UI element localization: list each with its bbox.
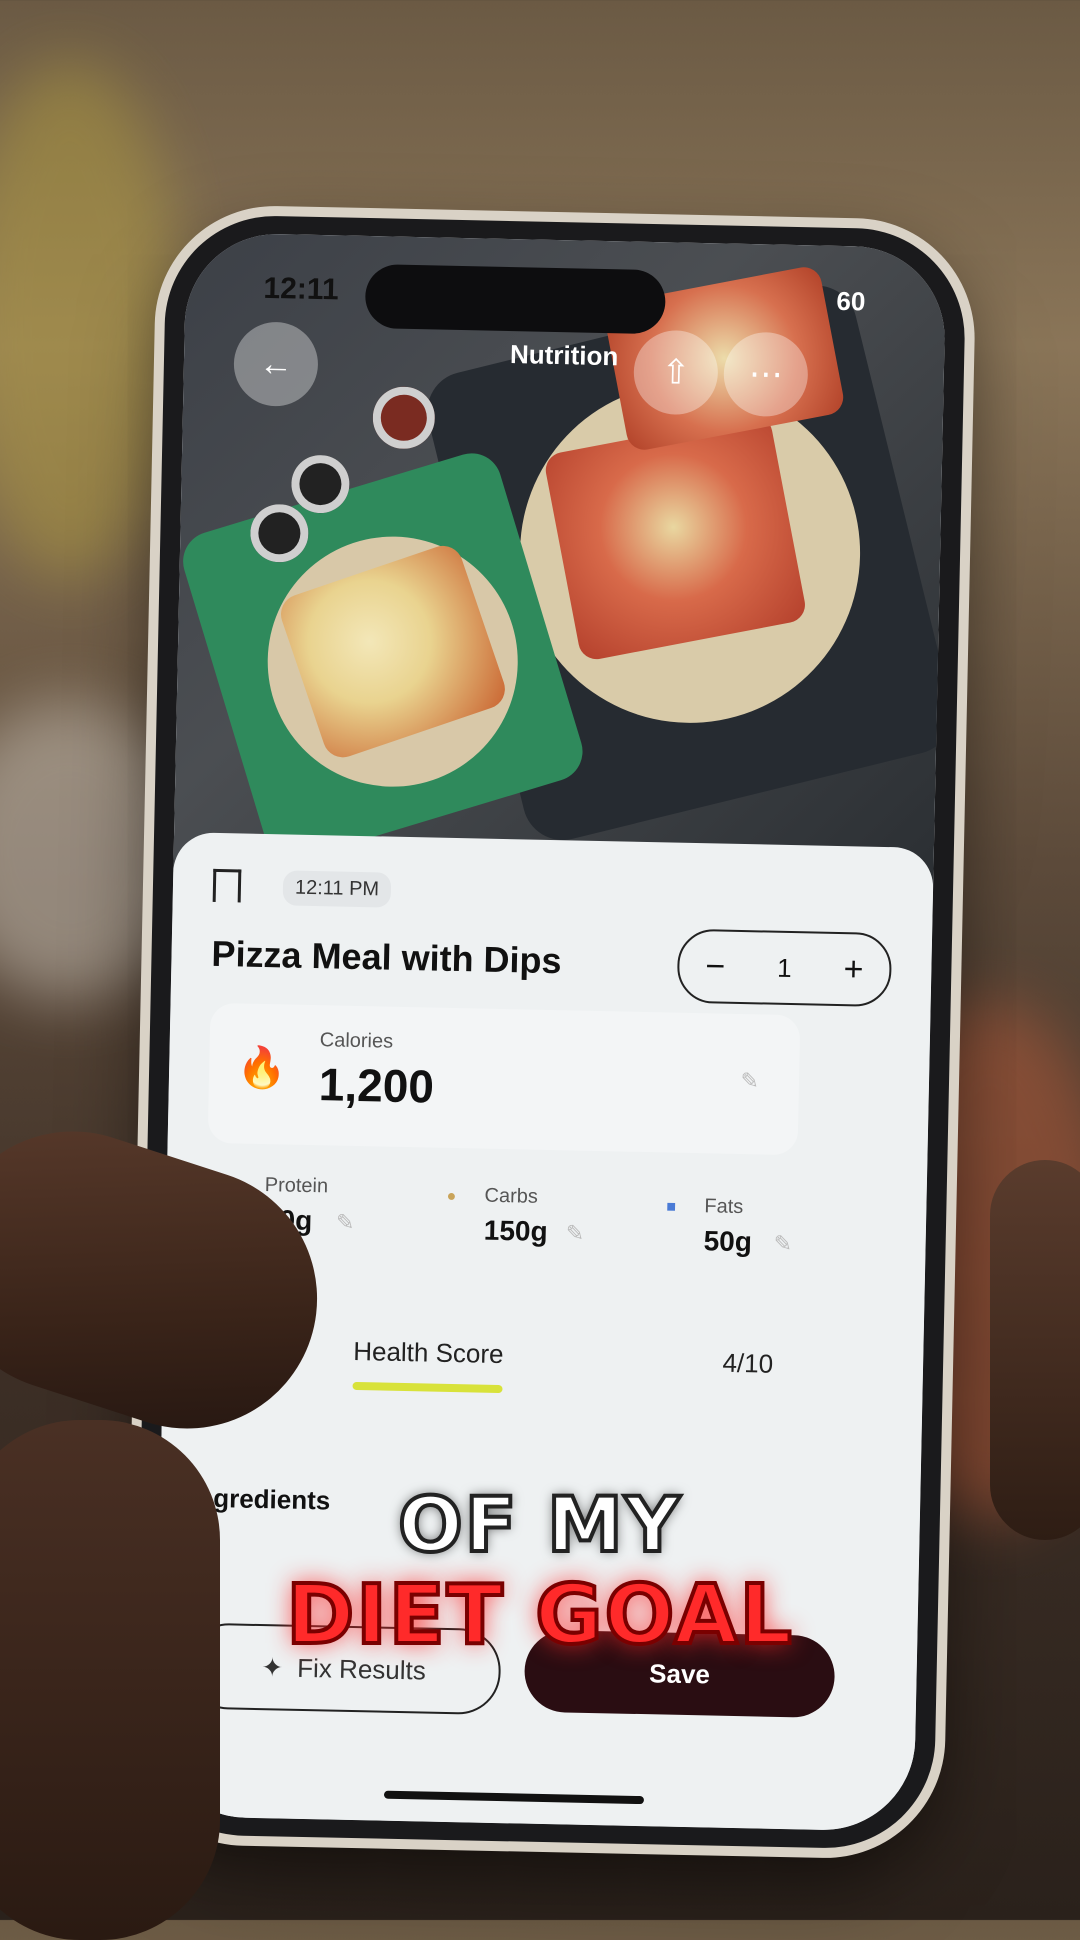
share-icon: ⇧ xyxy=(661,353,691,392)
carbs-label: Carbs xyxy=(484,1184,539,1208)
entry-time: 12:11 PM xyxy=(282,870,392,908)
edit-icon[interactable]: ✎ xyxy=(336,1210,355,1236)
macro-fats: ■ Fats 50g ✎ xyxy=(665,1194,827,1287)
calories-label: Calories xyxy=(319,1029,394,1053)
meal-title: Pizza Meal with Dips xyxy=(211,932,563,982)
status-time: 12:11 xyxy=(263,271,339,307)
battery-level: 60 xyxy=(836,285,866,317)
health-score-bar xyxy=(352,1381,503,1394)
bookmark-icon[interactable] xyxy=(212,868,242,903)
quantity-stepper: − 1 + xyxy=(676,928,893,1008)
fats-value: 50g xyxy=(703,1225,753,1258)
macro-carbs: ● Carbs 150g ✎ xyxy=(445,1184,627,1278)
protein-label: Protein xyxy=(264,1174,329,1198)
increment-button[interactable]: + xyxy=(843,950,864,989)
caption-line-1: OF MY xyxy=(396,1478,682,1571)
edit-icon[interactable]: ✎ xyxy=(740,1068,759,1094)
pizza-slice xyxy=(542,412,809,663)
home-indicator xyxy=(383,1790,645,1805)
health-score-label: Health Score xyxy=(352,1335,504,1370)
carbs-value: 150g xyxy=(483,1214,548,1247)
dynamic-island xyxy=(364,263,666,335)
caption-line-2: DIET GOAL xyxy=(284,1566,794,1665)
calories-card: 🔥 Calories 1,200 ✎ xyxy=(207,1002,801,1156)
fats-label: Fats xyxy=(704,1195,744,1219)
health-score-value: 4/10 xyxy=(722,1347,774,1379)
fats-icon: ■ xyxy=(666,1198,677,1216)
background-blur xyxy=(0,60,180,580)
carbs-icon: ● xyxy=(446,1187,457,1206)
decrement-button[interactable]: − xyxy=(705,947,726,986)
calories-value: 1,200 xyxy=(318,1058,435,1113)
more-icon: ⋯ xyxy=(748,355,784,394)
dip-cup xyxy=(372,386,436,450)
quantity-value: 1 xyxy=(776,952,792,983)
edit-icon[interactable]: ✎ xyxy=(773,1231,792,1257)
edit-icon[interactable]: ✎ xyxy=(566,1220,585,1246)
flame-icon: 🔥 xyxy=(236,1045,288,1091)
